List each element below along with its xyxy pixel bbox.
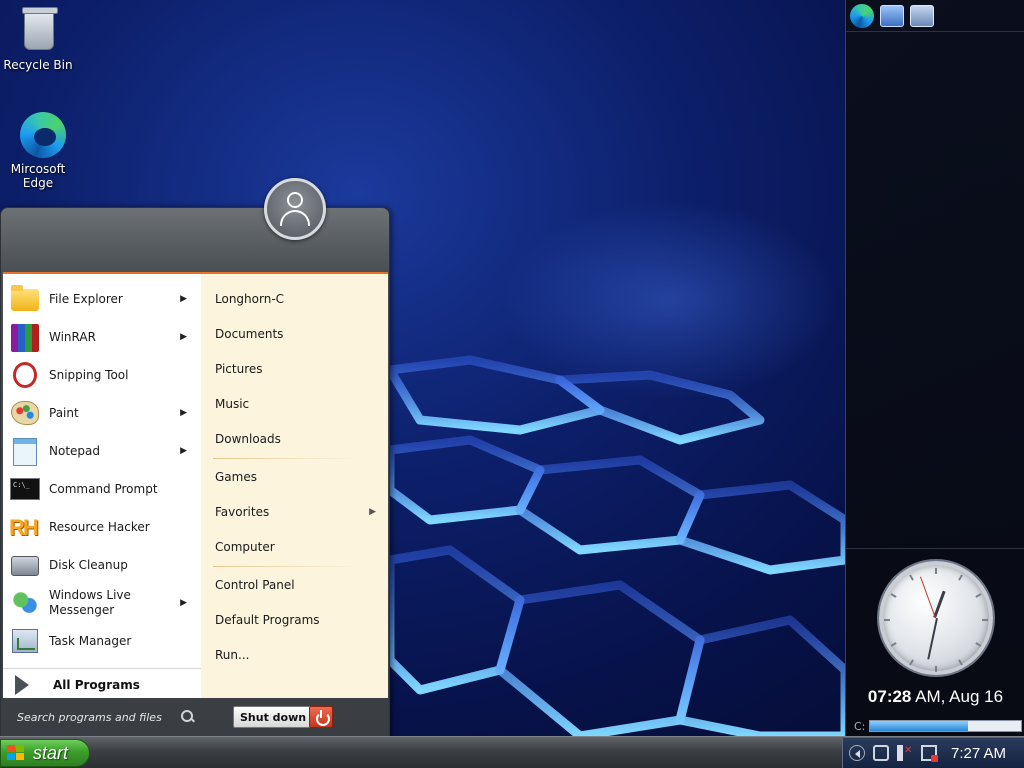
paint-icon (9, 398, 41, 428)
system-tray: 7:27 AM (842, 738, 1024, 768)
recycle-bin-icon (14, 6, 62, 54)
task-manager-icon (9, 626, 41, 656)
edge-icon[interactable] (850, 3, 874, 28)
clock-hour-hand (933, 590, 946, 618)
submenu-arrow-icon: ▶ (180, 446, 187, 456)
place-games[interactable]: Games (215, 470, 257, 484)
program-command-prompt[interactable]: C:\_ Command Prompt (3, 470, 201, 508)
drive-usage-bar (869, 720, 1022, 732)
clock-gadget: 07:28 AM, Aug 16 C: (846, 548, 1024, 736)
edge-icon (14, 110, 66, 158)
program-snipping-tool[interactable]: Snipping Tool (3, 356, 201, 394)
windows-logo-icon (7, 745, 25, 761)
desktop-icon-label: Mircosoft Edge (10, 162, 66, 190)
taskbar-clock[interactable]: 7:27 AM (951, 745, 1006, 762)
place-documents[interactable]: Documents (215, 327, 283, 341)
drive-meter: C: (854, 719, 1022, 733)
messenger-icon (9, 588, 41, 618)
disk-cleanup-icon (9, 550, 41, 580)
file-explorer-icon (9, 284, 41, 314)
start-button[interactable]: start (0, 739, 90, 767)
program-winrar[interactable]: WinRAR ▶ (3, 318, 201, 356)
play-arrow-icon (15, 674, 29, 695)
program-task-manager[interactable]: Task Manager (3, 622, 201, 660)
place-longhorn-c[interactable]: Longhorn-C (215, 292, 284, 306)
show-desktop-icon[interactable] (880, 4, 904, 27)
submenu-arrow-icon: ▶ (180, 332, 187, 342)
notepad-icon (9, 436, 41, 466)
start-menu: File Explorer ▶ WinRAR ▶ Snipping Tool P… (0, 207, 390, 737)
snipping-tool-icon (9, 360, 41, 390)
action-center-icon[interactable] (921, 745, 938, 762)
places-list: Longhorn-C Documents Pictures Music Down… (201, 272, 388, 698)
start-label: start (33, 742, 69, 763)
search-bar: Shut down (3, 698, 387, 736)
place-computer[interactable]: Computer (215, 540, 275, 554)
separator (213, 566, 359, 567)
user-avatar[interactable] (264, 178, 326, 240)
submenu-arrow-icon: ▶ (180, 598, 187, 608)
clock-minute-hand (927, 618, 938, 660)
place-control-panel[interactable]: Control Panel (215, 578, 295, 592)
clock-second-hand (920, 576, 936, 619)
program-windows-live-messenger[interactable]: Windows Live Messenger ▶ (3, 584, 201, 622)
place-downloads[interactable]: Downloads (215, 432, 281, 446)
search-icon[interactable] (181, 710, 195, 724)
submenu-arrow-icon: ▶ (180, 294, 187, 304)
resource-hacker-icon: RH (9, 515, 39, 540)
winrar-icon (9, 322, 41, 352)
place-default-programs[interactable]: Default Programs (215, 613, 320, 627)
switch-windows-icon[interactable] (910, 4, 934, 27)
analog-clock (879, 561, 993, 675)
sidebar: 07:28 AM, Aug 16 C: (845, 0, 1024, 736)
desktop-icon-label: Recycle Bin (3, 58, 73, 72)
desktop-icon-edge[interactable]: Mircosoft Edge (0, 110, 76, 190)
pinned-programs-list: File Explorer ▶ WinRAR ▶ Snipping Tool P… (3, 272, 201, 698)
show-hidden-icons-icon[interactable] (849, 745, 865, 761)
program-disk-cleanup[interactable]: Disk Cleanup (3, 546, 201, 584)
clock-date-text: 07:28 AM, Aug 16 (867, 687, 1004, 706)
drive-label: C: (854, 719, 866, 733)
place-run[interactable]: Run... (215, 648, 249, 662)
separator (213, 458, 359, 459)
place-music[interactable]: Music (215, 397, 249, 411)
shutdown-button[interactable]: Shut down (233, 706, 314, 728)
taskbar: start 7:27 AM (0, 736, 1024, 768)
command-prompt-icon: C:\_ (9, 474, 41, 504)
sidebar-toolbar (846, 0, 1024, 32)
volume-muted-icon[interactable] (897, 745, 913, 761)
place-pictures[interactable]: Pictures (215, 362, 263, 376)
power-icon[interactable] (309, 706, 333, 728)
all-programs-button[interactable]: All Programs (3, 668, 201, 700)
desktop-icon-recycle-bin[interactable]: Recycle Bin (0, 6, 76, 72)
place-favorites[interactable]: Favorites (215, 505, 269, 519)
submenu-arrow-icon: ▶ (369, 507, 376, 517)
submenu-arrow-icon: ▶ (180, 408, 187, 418)
program-file-explorer[interactable]: File Explorer ▶ (3, 280, 201, 318)
search-input[interactable] (9, 704, 199, 730)
network-icon[interactable] (873, 745, 889, 761)
program-resource-hacker[interactable]: RH Resource Hacker (3, 508, 201, 546)
program-notepad[interactable]: Notepad ▶ (3, 432, 201, 470)
program-paint[interactable]: Paint ▶ (3, 394, 201, 432)
